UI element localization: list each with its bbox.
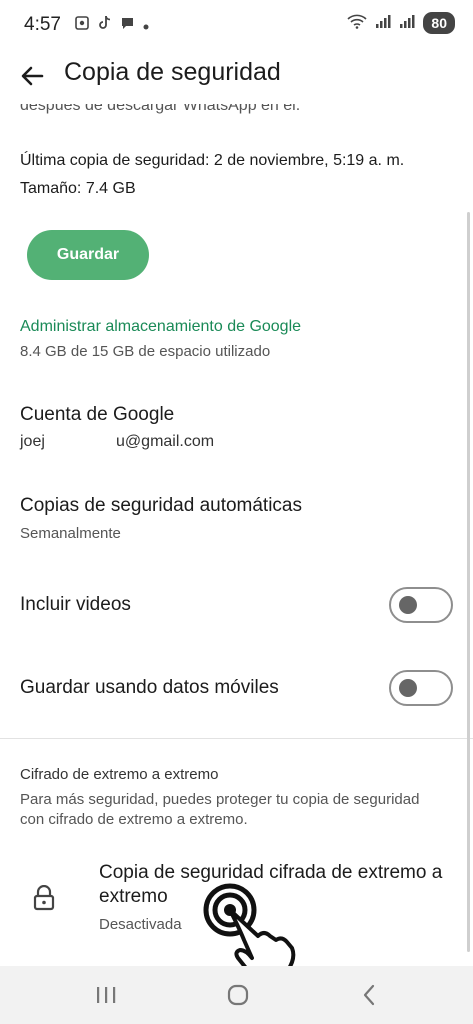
- e2e-description: Para más seguridad, puedes proteger tu c…: [20, 791, 420, 828]
- mobile-data-label: Guardar usando datos móviles: [20, 677, 279, 698]
- signal-icon-2: [399, 13, 415, 34]
- section-divider: [0, 738, 473, 739]
- signal-icon: [375, 13, 391, 34]
- google-account-title[interactable]: Cuenta de Google: [20, 404, 174, 426]
- status-system-icons: 80: [347, 12, 455, 34]
- home-button[interactable]: [218, 980, 258, 1010]
- arrow-left-icon: [21, 66, 44, 86]
- lock-icon: [33, 884, 55, 911]
- last-backup-text: Última copia de seguridad: 2 de noviembr…: [20, 152, 405, 169]
- back-button[interactable]: [16, 60, 48, 92]
- nav-back-button[interactable]: [350, 980, 390, 1010]
- backup-size-text: Tamaño: 7.4 GB: [20, 180, 136, 197]
- include-videos-toggle[interactable]: [389, 587, 453, 623]
- partial-description: después de descargar WhatsApp en el.: [20, 104, 301, 114]
- wifi-icon: [347, 13, 367, 34]
- mobile-data-toggle[interactable]: [389, 670, 453, 706]
- google-account-email: joej u@gmail.com: [20, 433, 215, 450]
- auto-backup-frequency: Semanalmente: [20, 525, 121, 542]
- scrollbar[interactable]: [467, 212, 470, 952]
- toggle-knob: [399, 679, 417, 697]
- toggle-knob: [399, 596, 417, 614]
- e2e-backup-status: Desactivada: [99, 916, 182, 933]
- page-title: Copia de seguridad: [64, 58, 281, 86]
- tiktok-icon: [98, 15, 112, 34]
- status-time: 4:57: [24, 14, 61, 35]
- manage-storage-link[interactable]: Administrar almacenamiento de Google: [20, 318, 301, 336]
- chat-icon: [120, 16, 135, 34]
- save-button[interactable]: Guardar: [27, 230, 149, 280]
- auto-backup-title[interactable]: Copias de seguridad automáticas: [20, 495, 302, 517]
- recents-button[interactable]: [86, 980, 126, 1010]
- dot-icon: [143, 17, 149, 33]
- status-notification-icons: [74, 15, 149, 34]
- battery-indicator: 80: [423, 12, 455, 34]
- screenshot-icon: [74, 15, 90, 34]
- storage-used-text: 8.4 GB de 15 GB de espacio utilizado: [20, 343, 271, 360]
- include-videos-label: Incluir videos: [20, 594, 131, 615]
- e2e-section-title: Cifrado de extremo a extremo: [20, 766, 219, 783]
- home-icon: [227, 984, 249, 1006]
- chevron-left-icon: [363, 984, 375, 1006]
- recents-icon: [97, 987, 116, 1003]
